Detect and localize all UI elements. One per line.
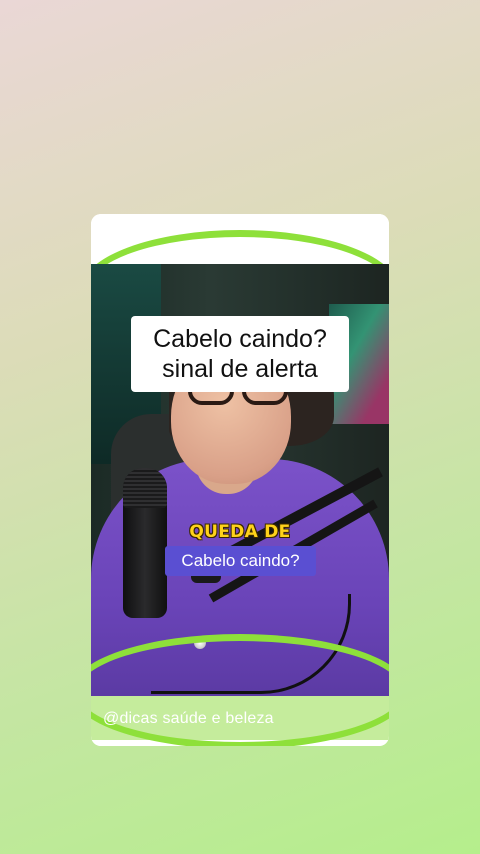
caption-pill: Cabelo caindo? <box>165 546 316 576</box>
decorative-ring-bottom <box>91 634 389 746</box>
creator-handle[interactable]: @dicas saúde e beleza <box>103 710 274 728</box>
title-overlay: Cabelo caindo? sinal de alerta <box>131 316 349 392</box>
title-line-2: sinal de alerta <box>162 355 318 383</box>
title-line-1: Cabelo caindo? <box>153 325 327 353</box>
video-frame[interactable]: Cabelo caindo? sinal de alerta QUEDA DE … <box>91 264 389 696</box>
video-card[interactable]: Cabelo caindo? sinal de alerta QUEDA DE … <box>91 214 389 746</box>
caption-highlight: QUEDA DE <box>189 522 291 542</box>
microphone-grill <box>123 468 167 508</box>
